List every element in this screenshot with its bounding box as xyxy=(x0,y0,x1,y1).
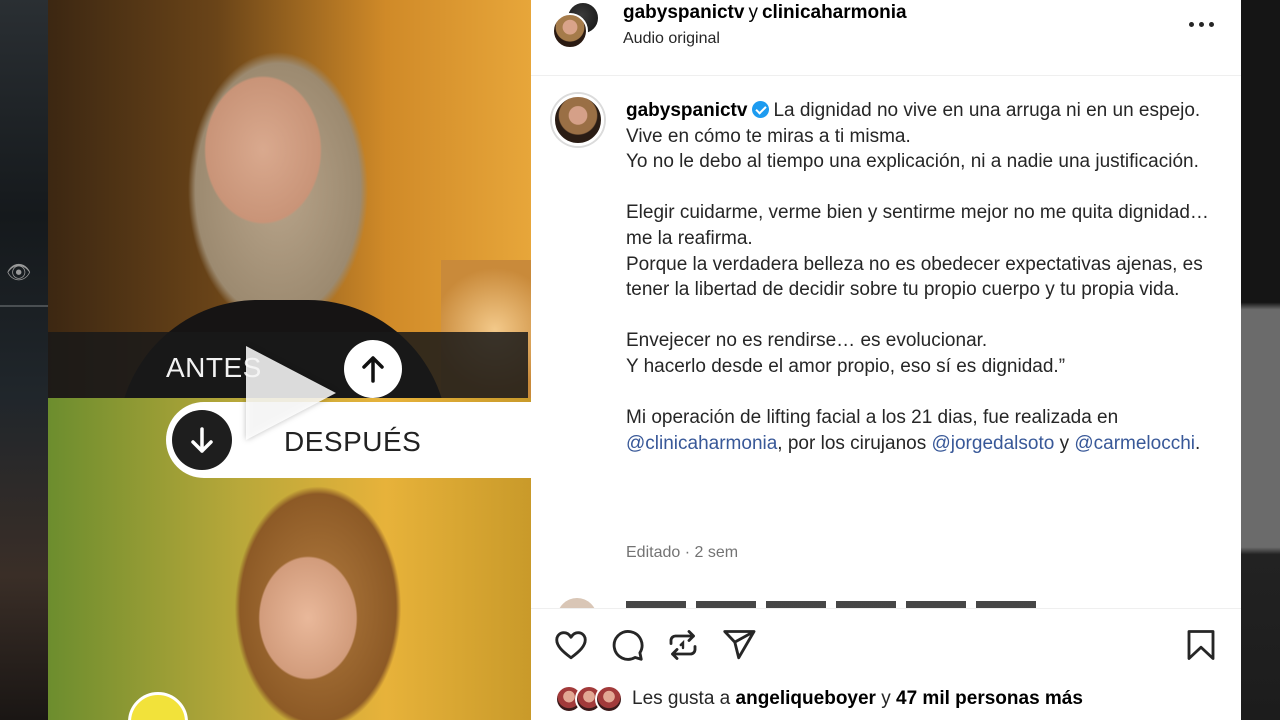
likes-text[interactable]: Les gusta a angeliqueboyer y 47 mil pers… xyxy=(632,688,1083,710)
comment-text-cutoff xyxy=(626,601,1036,608)
more-options-icon[interactable] xyxy=(1187,12,1217,36)
post-header: gabyspanictv y clinicaharmonia Audio origi… xyxy=(531,0,1241,76)
caption: gabyspanictv La dignidad no vive en una a… xyxy=(531,76,1241,606)
post-media[interactable]: ANTES DESPUÉS xyxy=(48,0,531,720)
verified-badge-icon xyxy=(752,101,770,118)
play-icon[interactable] xyxy=(246,346,336,440)
background-left: 👁 xyxy=(0,0,48,720)
caption-line-final: Mi operación de lifting facial a los 21 … xyxy=(626,407,1201,454)
caption-line: Yo no le debo al tiempo una explicación,… xyxy=(626,151,1199,173)
collab-link[interactable]: clinicaharmonia xyxy=(762,2,907,23)
background-divider xyxy=(0,305,48,307)
collab-avatars[interactable] xyxy=(552,1,600,51)
post-meta: Editado · 2 sem xyxy=(626,544,739,561)
eye-icon: 👁 xyxy=(6,262,32,284)
send-icon[interactable] xyxy=(721,627,761,667)
repost-icon[interactable] xyxy=(665,627,705,667)
caption-line: Y hacerlo desde el amor propio, eso sí e… xyxy=(626,355,1066,377)
mention-clinicaharmonia[interactable]: @clinicaharmonia xyxy=(626,433,777,454)
caption-line: Elegir cuidarme, verme bien y sentirme m… xyxy=(626,202,1209,249)
liker-username[interactable]: angeliqueboyer xyxy=(736,688,876,709)
caption-text: gabyspanictv La dignidad no vive en una a… xyxy=(626,98,1211,456)
caption-avatar[interactable] xyxy=(552,94,604,146)
arrow-down-icon xyxy=(172,410,232,470)
arrow-up-icon xyxy=(344,340,402,398)
author-link[interactable]: gabyspanictv xyxy=(623,2,744,23)
avatar-gabyspanictv[interactable] xyxy=(552,13,588,49)
mention-jorgedalsoto[interactable]: @jorgedalsoto xyxy=(931,433,1054,454)
audio-link[interactable]: Audio original xyxy=(623,30,720,48)
action-bar: Les gusta a angeliqueboyer y 47 mil pers… xyxy=(531,608,1241,720)
heart-icon[interactable] xyxy=(553,627,593,667)
caption-line: Envejecer no es rendirse… es evolucionar… xyxy=(626,330,988,352)
caption-username[interactable]: gabyspanictv xyxy=(626,100,747,121)
mention-carmelocchi[interactable]: @carmelocchi xyxy=(1074,433,1195,454)
comment-icon[interactable] xyxy=(609,627,649,667)
collab-names: gabyspanictv y clinicaharmonia xyxy=(623,2,907,24)
collab-joiner: y xyxy=(748,2,758,23)
bookmark-icon[interactable] xyxy=(1183,627,1223,667)
next-comment-peek xyxy=(531,598,1241,608)
post-panel: gabyspanictv y clinicaharmonia Audio origi… xyxy=(531,0,1241,720)
likes-count[interactable]: 47 mil personas más xyxy=(896,688,1083,709)
liker-avatar[interactable] xyxy=(595,685,623,713)
after-label: DESPUÉS xyxy=(166,402,531,478)
caption-line: Porque la verdadera belleza no es obedec… xyxy=(626,253,1203,301)
background-right xyxy=(1241,0,1280,720)
comment-avatar xyxy=(557,598,597,608)
